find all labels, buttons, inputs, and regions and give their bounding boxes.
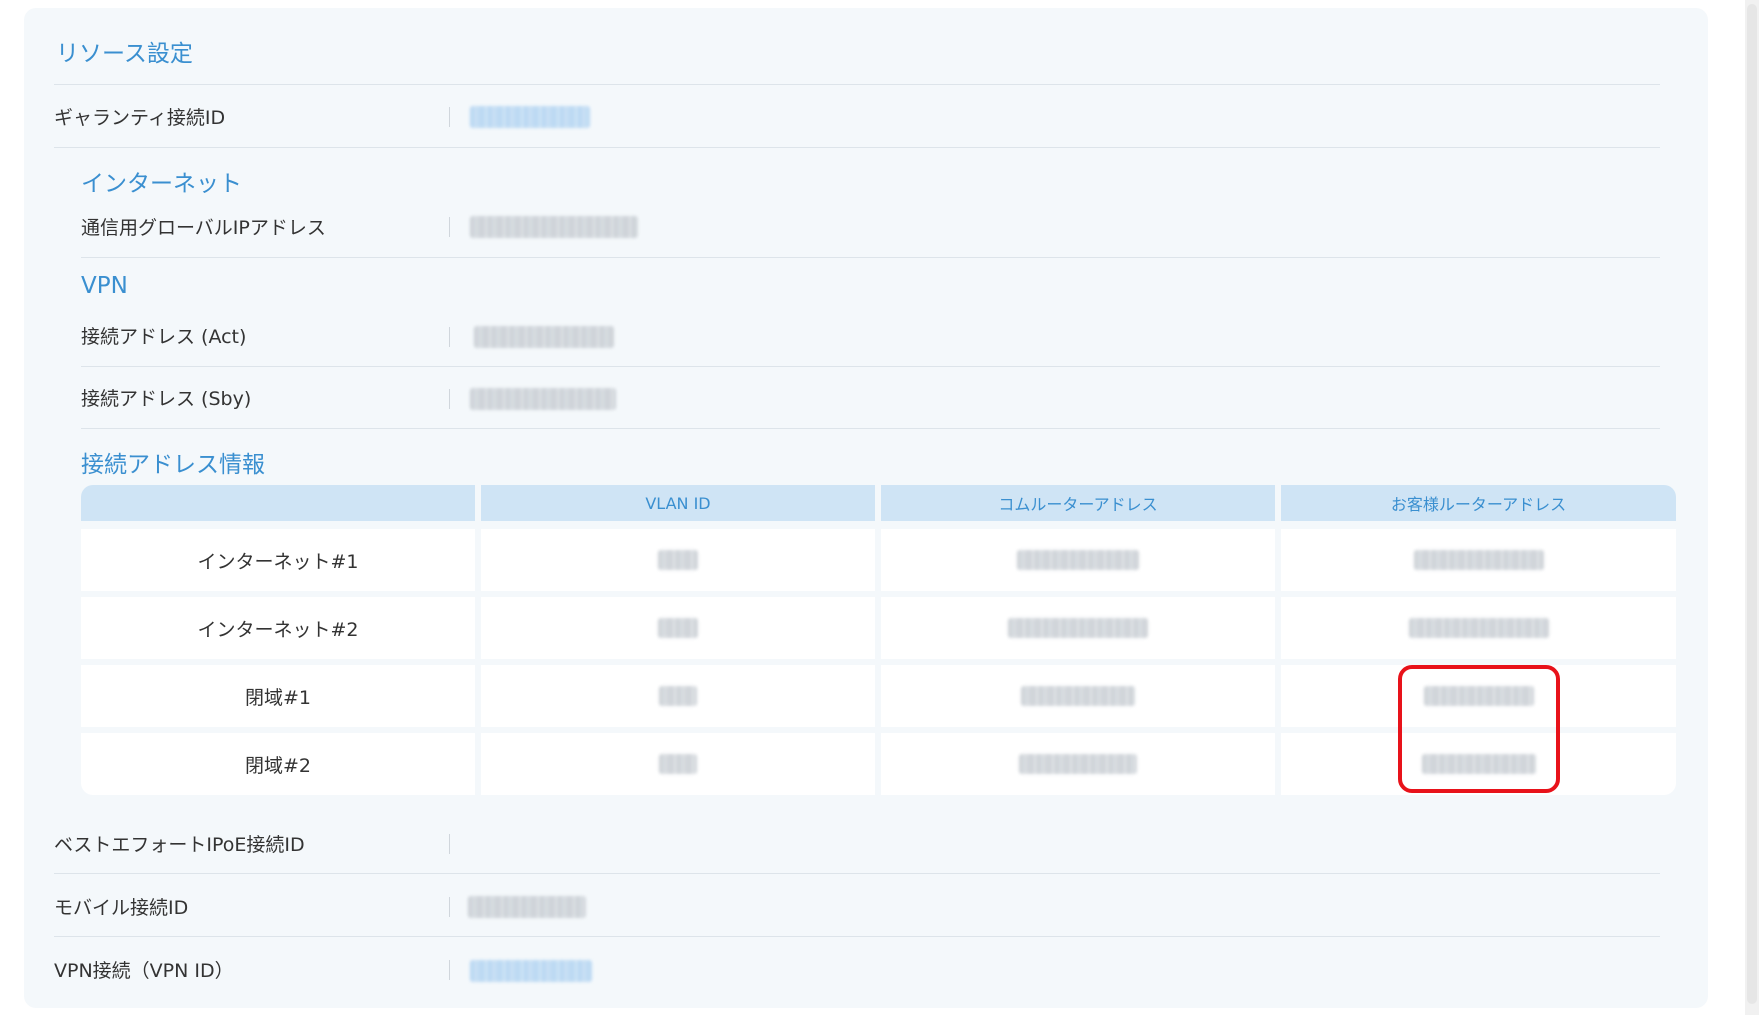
act-address-value [474,326,614,348]
table-row-name: 閉域#1 [81,665,475,727]
divider [81,428,1660,429]
divider [54,873,1660,874]
internet-subtitle: インターネット [81,171,242,197]
guarantee-id-label: ギャランティ接続ID [54,107,226,129]
guarantee-id-value-link[interactable] [470,106,590,128]
customer-router-address-cell [1281,529,1676,591]
field-separator [449,897,450,917]
field-separator [449,834,450,854]
scrollbar-thumb[interactable] [1747,4,1757,1004]
sby-address-value [470,388,616,410]
table-row-name: インターネット#2 [81,597,475,659]
vlan-id-cell [481,733,875,795]
table-header-name [81,485,475,521]
divider [54,147,1660,148]
field-separator [449,107,450,127]
table-row-name: インターネット#1 [81,529,475,591]
vlan-id-cell [481,597,875,659]
vlan-id-cell [481,665,875,727]
address-info-title: 接続アドレス情報 [81,452,265,478]
mobile-id-label: モバイル接続ID [54,897,189,919]
table-row-name: 閉域#2 [81,733,475,795]
com-router-address-cell [881,733,1275,795]
vlan-id-cell [481,529,875,591]
vpn-connection-label: VPN接続（VPN ID） [54,960,234,982]
divider [81,366,1660,367]
vpn-id-value-link[interactable] [470,960,592,982]
global-ip-label: 通信用グローバルIPアドレス [81,217,326,239]
field-separator [449,389,450,409]
divider [81,257,1660,258]
section-title: リソース設定 [56,41,193,67]
table-header-customer-router-address: お客様ルーターアドレス [1281,485,1676,521]
global-ip-value [470,216,638,238]
field-separator [449,960,450,980]
com-router-address-cell [881,665,1275,727]
divider [54,84,1660,85]
customer-router-address-cell [1281,597,1676,659]
com-router-address-cell [881,597,1275,659]
mobile-id-value [468,896,586,918]
field-separator [449,327,450,347]
com-router-address-cell [881,529,1275,591]
vpn-subtitle: VPN [81,273,128,299]
highlight-annotation [1398,665,1560,793]
table-header-vlan-id: VLAN ID [481,485,875,521]
field-separator [449,217,450,237]
table-header-com-router-address: コムルーターアドレス [881,485,1275,521]
best-effort-id-label: ベストエフォートIPoE接続ID [54,834,305,856]
act-address-label: 接続アドレス (Act) [81,326,247,348]
sby-address-label: 接続アドレス (Sby) [81,388,252,410]
divider [54,936,1660,937]
